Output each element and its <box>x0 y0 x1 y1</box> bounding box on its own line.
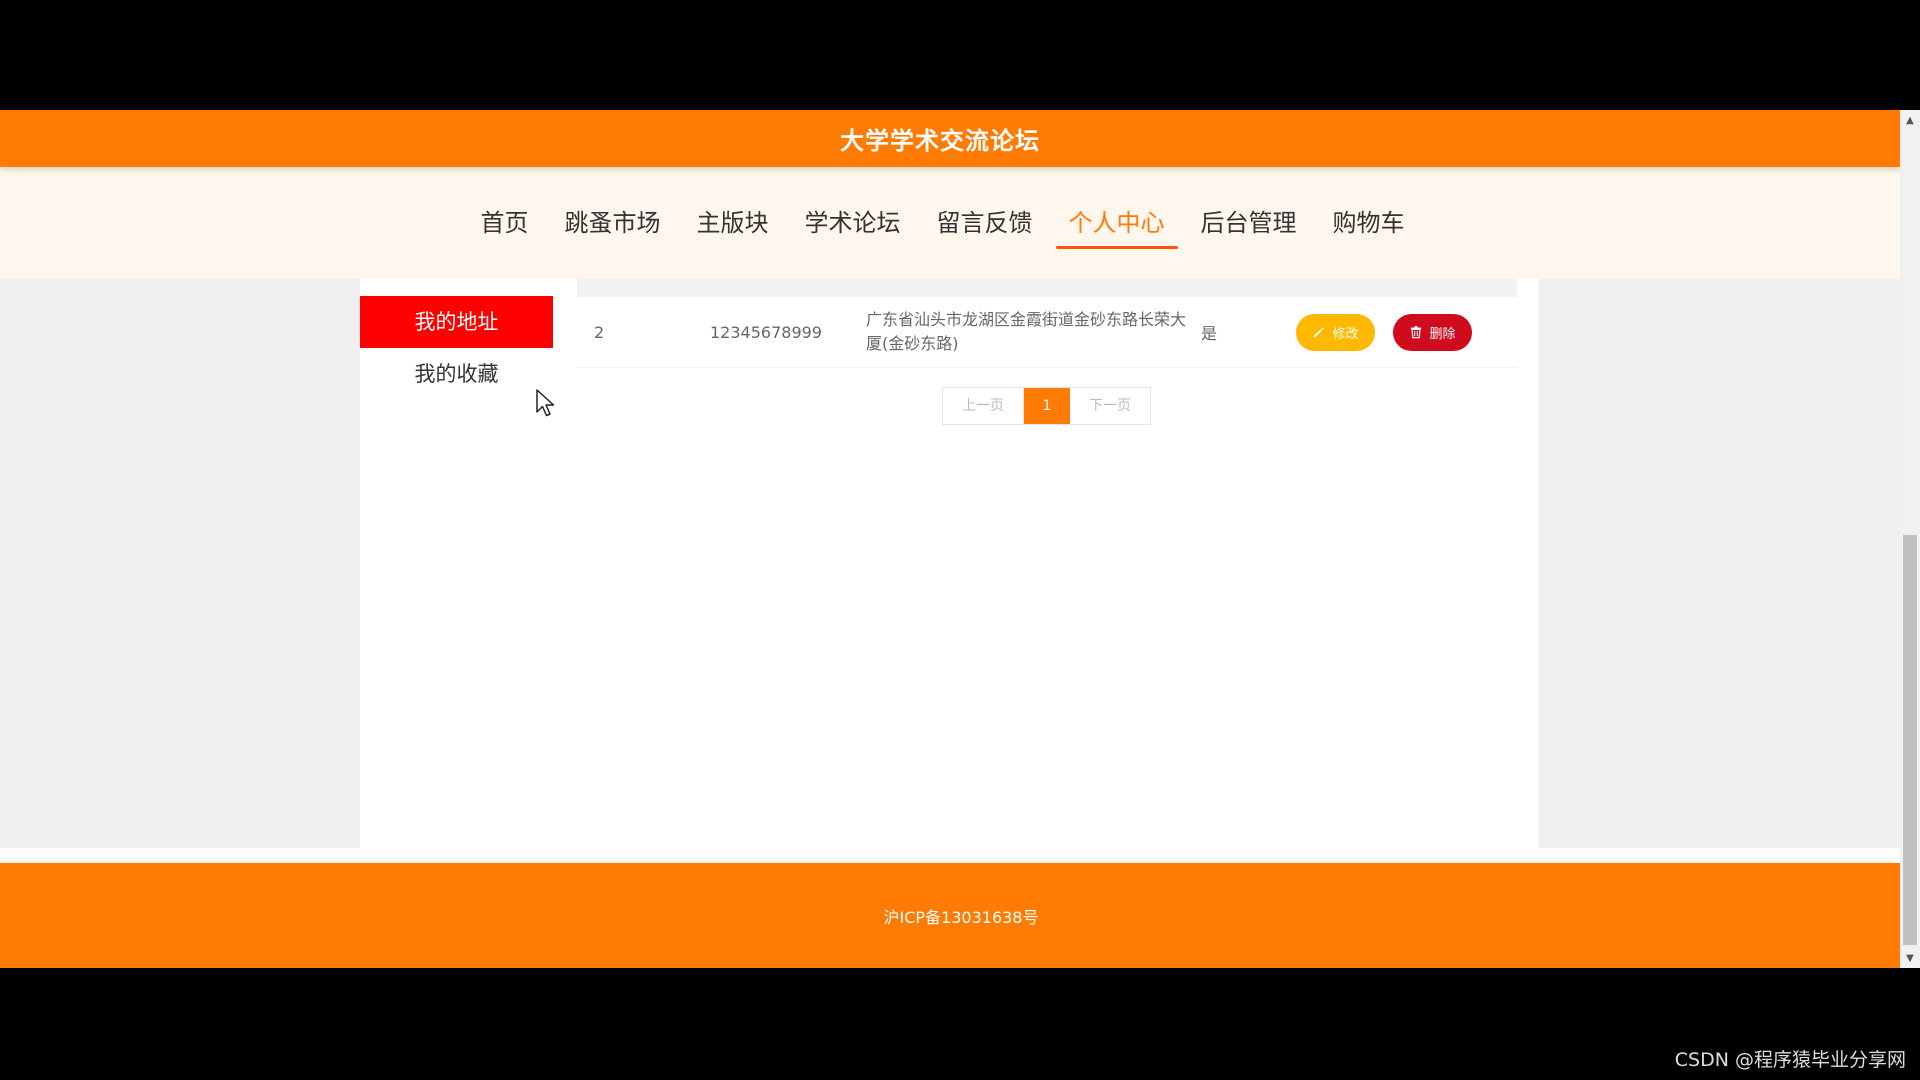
delete-button[interactable]: 删除 <box>1393 313 1472 351</box>
nav-item-personal-center[interactable]: 个人中心 <box>1051 199 1183 249</box>
delete-button-label: 删除 <box>1429 326 1456 342</box>
side-item-my-address[interactable]: 我的地址 <box>360 296 553 348</box>
scrollbar-thumb[interactable] <box>1903 535 1917 945</box>
scroll-up-arrow-icon[interactable]: ▲ <box>1900 110 1920 130</box>
pagination: 上一页 1 下一页 <box>942 387 1151 425</box>
nav-item-main-board[interactable]: 主版块 <box>679 199 787 247</box>
cell-address: 广东省汕头市龙湖区金霞街道金砂东路长荣大厦(金砂东路) <box>866 310 1187 353</box>
nav-item-home[interactable]: 首页 <box>463 199 547 247</box>
cell-operations: 修改 删除 <box>1296 313 1516 351</box>
footer-spacer <box>0 848 1900 863</box>
main-nav: 首页 跳蚤市场 主版块 学术论坛 留言反馈 个人中心 后台管理 购物车 <box>0 167 1900 279</box>
site-title: 大学学术交流论坛 <box>840 127 1040 155</box>
cell-default: 是 <box>1201 324 1218 343</box>
browser-viewport: 大学学术交流论坛 首页 跳蚤市场 主版块 学术论坛 留言反馈 个人中心 后台管理… <box>0 110 1900 968</box>
side-item-my-favorites[interactable]: 我的收藏 <box>360 348 553 400</box>
nav-item-flea-market[interactable]: 跳蚤市场 <box>547 199 679 247</box>
edit-button[interactable]: 修改 <box>1296 313 1375 351</box>
personal-side-menu: 我的地址 我的收藏 <box>360 279 553 400</box>
nav-item-cart[interactable]: 购物车 <box>1315 199 1423 247</box>
page-number-button[interactable]: 1 <box>1024 388 1070 424</box>
edit-button-label: 修改 <box>1332 326 1359 342</box>
content-card: 我的地址 我的收藏 2 12345678999 广东省汕头市龙湖区金霞街道金砂东… <box>360 259 1539 848</box>
cell-phone: 12345678999 <box>710 322 822 342</box>
cell-id: 2 <box>594 322 605 342</box>
screen: 大学学术交流论坛 首页 跳蚤市场 主版块 学术论坛 留言反馈 个人中心 后台管理… <box>0 0 1920 1080</box>
mouse-pointer-icon <box>536 389 555 417</box>
vertical-scrollbar[interactable]: ▲ ▼ <box>1900 110 1920 968</box>
next-page-button[interactable]: 下一页 <box>1070 388 1150 424</box>
site-footer: 沪ICP备13031638号 <box>0 863 1900 968</box>
site-header: 大学学术交流论坛 <box>0 110 1900 167</box>
icp-record: 沪ICP备13031638号 <box>883 907 1039 927</box>
trash-icon <box>1411 326 1422 339</box>
scroll-down-arrow-icon[interactable]: ▼ <box>1900 948 1920 968</box>
nav-item-feedback[interactable]: 留言反馈 <box>919 199 1051 247</box>
table-row: 2 12345678999 广东省汕头市龙湖区金霞街道金砂东路长荣大厦(金砂东路… <box>577 297 1517 368</box>
nav-list: 首页 跳蚤市场 主版块 学术论坛 留言反馈 个人中心 后台管理 购物车 <box>463 199 1423 249</box>
nav-item-admin[interactable]: 后台管理 <box>1183 199 1315 247</box>
prev-page-button[interactable]: 上一页 <box>943 388 1024 424</box>
nav-item-academic-forum[interactable]: 学术论坛 <box>787 199 919 247</box>
pencil-icon <box>1314 327 1325 338</box>
watermark: CSDN @程序猿毕业分享网 <box>1674 1049 1906 1071</box>
